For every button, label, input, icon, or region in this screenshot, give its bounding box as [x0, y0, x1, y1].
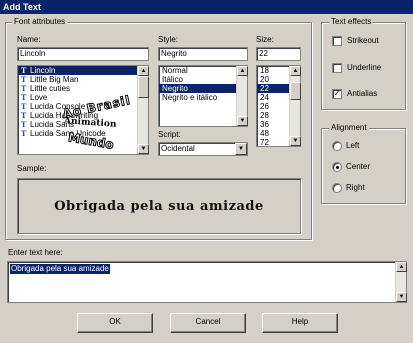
- size-label: Size:: [256, 35, 274, 44]
- font-style-input[interactable]: Negrito: [158, 47, 248, 61]
- truetype-icon: T: [21, 120, 27, 129]
- align-left-label[interactable]: Left: [346, 141, 359, 151]
- ok-button[interactable]: OK: [77, 313, 153, 333]
- sample-label: Sample:: [17, 164, 47, 173]
- font-size-input[interactable]: 22: [256, 47, 301, 61]
- strikeout-checkbox[interactable]: [332, 36, 342, 46]
- checkmark-icon: ✓: [333, 89, 341, 98]
- script-select-value: Ocidental: [161, 144, 195, 153]
- scroll-thumb[interactable]: [290, 82, 301, 100]
- sample-preview: Obrigada pela sua amizade: [17, 178, 301, 234]
- scroll-thumb[interactable]: [138, 76, 149, 98]
- scroll-down-icon[interactable]: ▼: [290, 136, 301, 146]
- scroll-up-icon[interactable]: ▲: [396, 262, 407, 272]
- truetype-icon: T: [21, 129, 27, 138]
- enter-text-label: Enter text here:: [8, 248, 63, 257]
- font-attributes-legend: Font attributes: [12, 17, 68, 27]
- truetype-icon: T: [21, 66, 27, 75]
- underline-checkbox[interactable]: [332, 63, 342, 73]
- style-list-item[interactable]: Itálico: [159, 75, 247, 84]
- name-label: Name:: [17, 35, 41, 44]
- overlay-stamp-line3: Mundo: [67, 130, 116, 153]
- overlay-stamp-logo: Ao Brasil Animation Mundo: [50, 92, 133, 158]
- underline-label[interactable]: Underline: [347, 63, 381, 73]
- strikeout-label[interactable]: Strikeout: [347, 36, 379, 46]
- scroll-down-icon[interactable]: ▼: [237, 116, 248, 126]
- font-list-item[interactable]: T Little cuties: [18, 84, 148, 93]
- align-center-label[interactable]: Center: [346, 162, 370, 172]
- sample-preview-text: Obrigada pela sua amizade: [54, 198, 264, 214]
- size-list-scrollbar[interactable]: ▲ ▼: [289, 66, 301, 146]
- scroll-down-icon[interactable]: ▼: [138, 144, 149, 154]
- enter-text-value: Obrigada pela sua amizade: [10, 264, 110, 274]
- truetype-icon: T: [21, 84, 27, 93]
- align-center-radio[interactable]: [332, 162, 342, 172]
- font-style-list[interactable]: Normal Itálico Negrito Negrito e itálico: [158, 65, 248, 127]
- font-list-scrollbar[interactable]: ▲ ▼: [137, 66, 149, 154]
- align-right-radio[interactable]: [332, 183, 342, 193]
- help-button[interactable]: Help: [262, 313, 338, 333]
- overlay-stamp-line2: Animation: [63, 116, 117, 130]
- truetype-icon: T: [21, 102, 27, 111]
- font-list-item[interactable]: T Little Big Man: [18, 75, 148, 84]
- style-list-item[interactable]: Normal: [159, 66, 247, 75]
- style-label: Style:: [158, 35, 179, 44]
- truetype-icon: T: [21, 93, 27, 102]
- window-title: Add Text: [3, 2, 41, 12]
- font-list-item[interactable]: T Lincoln: [18, 66, 148, 75]
- text-effects-legend: Text effects: [329, 17, 374, 27]
- style-list-item[interactable]: Negrito: [159, 84, 247, 93]
- align-left-radio[interactable]: [332, 141, 342, 151]
- font-name-input[interactable]: Lincoln: [17, 47, 149, 61]
- scroll-down-icon[interactable]: ▼: [396, 292, 407, 302]
- align-right-label[interactable]: Right: [346, 183, 365, 193]
- enter-text-scrollbar[interactable]: ▲ ▼: [395, 262, 407, 302]
- cancel-button[interactable]: Cancel: [170, 313, 246, 333]
- alignment-legend: Alignment: [329, 123, 369, 133]
- style-list-scrollbar[interactable]: ▲ ▼: [236, 66, 248, 126]
- window-titlebar: Add Text: [0, 0, 413, 14]
- chevron-down-icon[interactable]: ▼: [235, 143, 247, 155]
- enter-text-textarea[interactable]: Obrigada pela sua amizade: [7, 261, 407, 303]
- antialias-checkbox[interactable]: ✓: [332, 89, 342, 99]
- script-label: Script:: [158, 130, 181, 139]
- scroll-up-icon[interactable]: ▲: [237, 66, 248, 76]
- scroll-up-icon[interactable]: ▲: [138, 66, 149, 76]
- truetype-icon: T: [21, 111, 27, 120]
- scroll-up-icon[interactable]: ▲: [290, 66, 301, 76]
- style-list-item[interactable]: Negrito e itálico: [159, 93, 247, 102]
- antialias-label[interactable]: Antialias: [347, 89, 377, 99]
- truetype-icon: T: [21, 75, 27, 84]
